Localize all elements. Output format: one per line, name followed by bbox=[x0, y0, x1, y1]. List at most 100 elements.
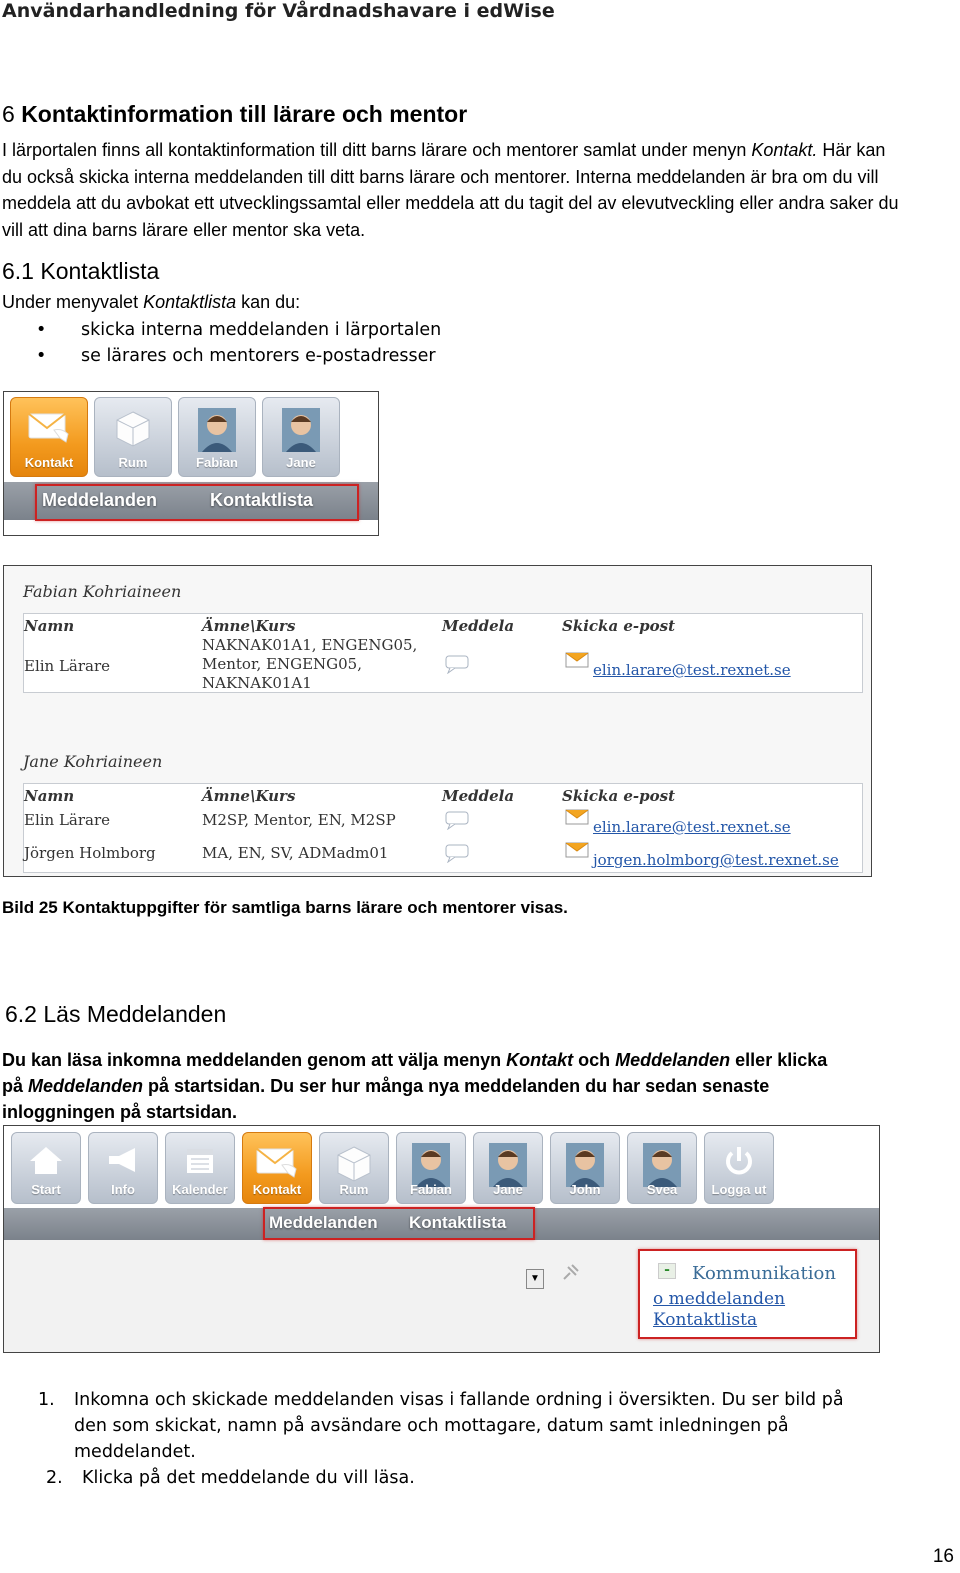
teacher-name: Jörgen Holmborg bbox=[24, 844, 156, 862]
dropdown-arrow-icon[interactable]: ▼ bbox=[526, 1269, 544, 1289]
menu-tile-rum[interactable]: Rum bbox=[94, 397, 172, 477]
menu-tile-label: Fabian bbox=[410, 1182, 452, 1197]
menu-tile-kontakt[interactable]: Kontakt bbox=[242, 1132, 312, 1204]
envelope-icon bbox=[26, 408, 72, 453]
bullet-text: se lärares och mentorers e-postadresser bbox=[81, 345, 436, 366]
step-number: 1. bbox=[38, 1390, 55, 1410]
menu-tile-kontakt[interactable]: Kontakt bbox=[10, 397, 88, 477]
envelope-icon[interactable] bbox=[564, 649, 590, 669]
person-photo-icon bbox=[198, 408, 236, 457]
section-6-2-paragraph: Du kan läsa inkomna meddelanden genom at… bbox=[2, 1047, 842, 1125]
subject-line: Mentor, ENGENG05, bbox=[202, 655, 362, 673]
chat-bubble-icon[interactable] bbox=[444, 810, 470, 830]
contact-list-screenshot: Fabian Kohriaineen Namn Ämne\Kurs Meddel… bbox=[3, 565, 872, 877]
section-6-heading: 6 Kontaktinformation till lärare och men… bbox=[2, 101, 467, 128]
col-header-message: Meddela bbox=[442, 617, 515, 635]
col-header-name: Namn bbox=[24, 787, 75, 805]
menu-tile-label: Kontakt bbox=[252, 1182, 302, 1197]
contact-table: Namn Ämne\Kurs Meddela Skicka e-post Eli… bbox=[23, 783, 863, 873]
menu-tile-john[interactable]: John bbox=[550, 1132, 620, 1204]
intro-menu-name: Kontaktlista bbox=[143, 292, 237, 312]
step-text: Klicka på det meddelande du vill läsa. bbox=[82, 1468, 415, 1488]
list-item: 2. Klicka på det meddelande du vill läsa… bbox=[38, 1465, 898, 1491]
col-header-message: Meddela bbox=[442, 787, 515, 805]
col-header-email: Skicka e-post bbox=[562, 617, 676, 635]
menu-tile-info[interactable]: Info bbox=[88, 1132, 158, 1204]
envelope-icon[interactable] bbox=[564, 839, 590, 859]
email-link[interactable]: elin.larare@test.rexnet.se bbox=[593, 818, 791, 837]
bullet-text: skicka interna meddelanden i lärportalen bbox=[81, 320, 442, 340]
messages-link[interactable]: o meddelanden bbox=[653, 1289, 785, 1309]
email-link[interactable]: jorgen.holmborg@test.rexnet.se bbox=[593, 851, 839, 870]
menu-tile-start[interactable]: Start bbox=[11, 1132, 81, 1204]
menu-tile-label: Start bbox=[31, 1182, 61, 1197]
col-header-subject: Ämne\Kurs bbox=[202, 617, 296, 635]
section-6-1-heading: 6.1 Kontaktlista bbox=[2, 258, 160, 284]
calendar-icon bbox=[182, 1143, 218, 1182]
collapse-icon[interactable]: - bbox=[658, 1263, 676, 1279]
menu-tile-label: Kalender bbox=[172, 1182, 228, 1197]
main-menu: Start Info Kalender Kontakt Rum Fabian Jane Joh… bbox=[11, 1132, 774, 1204]
highlight-box bbox=[35, 484, 359, 521]
list-item: • skicka interna meddelanden i lärportale… bbox=[36, 318, 441, 344]
envelope-icon[interactable] bbox=[564, 806, 590, 826]
section-6-paragraph: I lärportalen finns all kontaktinformati… bbox=[2, 137, 902, 243]
menu-screenshot-1: Kontakt Rum Fabian Jane Meddelanden Kontakt… bbox=[3, 391, 379, 536]
main-menu: Kontakt Rum Fabian Jane bbox=[10, 397, 340, 477]
menu-tile-kalender[interactable]: Kalender bbox=[165, 1132, 235, 1204]
menu-tile-label: John bbox=[569, 1182, 601, 1197]
menu-tile-jane[interactable]: Jane bbox=[262, 397, 340, 477]
list-item: • se lärares och mentorers e-postadresser bbox=[36, 344, 441, 370]
menu-tile-fabian[interactable]: Fabian bbox=[396, 1132, 466, 1204]
highlight-box bbox=[263, 1207, 535, 1240]
emphasis-text: Meddelanden bbox=[615, 1050, 731, 1070]
bullet-icon: • bbox=[36, 320, 47, 340]
communication-widget: - Kommunikation o meddelanden Kontaktlis… bbox=[638, 1249, 857, 1339]
megaphone-icon bbox=[105, 1143, 141, 1182]
step-number: 2. bbox=[46, 1468, 63, 1488]
figure-caption: Bild 25 Kontaktuppgifter för samtliga ba… bbox=[2, 898, 568, 917]
pin-icon[interactable] bbox=[560, 1263, 580, 1283]
subject-line: NAKNAK01A1 bbox=[202, 674, 312, 692]
emphasis-text: Meddelanden bbox=[28, 1076, 144, 1096]
teacher-name: Elin Lärare bbox=[24, 811, 111, 829]
text-run: Du kan läsa inkomna meddelanden genom at… bbox=[2, 1050, 507, 1070]
menu-tile-svea[interactable]: Svea bbox=[627, 1132, 697, 1204]
emphasis-text: Kontakt bbox=[506, 1050, 574, 1070]
section-6-1-intro: Under menyvalet Kontaktlista kan du: bbox=[2, 292, 300, 313]
subject-cell: M2SP, Mentor, EN, M2SP bbox=[202, 811, 396, 829]
menu-tile-label: Rum bbox=[339, 1182, 369, 1197]
section-6-2-heading: 6.2 Läs Meddelanden bbox=[5, 1001, 227, 1027]
bullet-list: • skicka interna meddelanden i lärportale… bbox=[36, 318, 441, 369]
page-number: 16 bbox=[932, 1546, 954, 1567]
col-header-subject: Ämne\Kurs bbox=[202, 787, 296, 805]
menu-tile-fabian[interactable]: Fabian bbox=[178, 397, 256, 477]
house-icon bbox=[28, 1143, 64, 1182]
chat-bubble-icon[interactable] bbox=[444, 654, 470, 674]
menu-tile-logga-ut[interactable]: Logga ut bbox=[704, 1132, 774, 1204]
menu-tile-rum[interactable]: Rum bbox=[319, 1132, 389, 1204]
cube-icon bbox=[113, 408, 153, 453]
col-header-name: Namn bbox=[24, 617, 75, 635]
email-link[interactable]: elin.larare@test.rexnet.se bbox=[593, 661, 791, 680]
menu-screenshot-2: Start Info Kalender Kontakt Rum Fabian Jane Joh… bbox=[3, 1125, 880, 1353]
menu-tile-jane[interactable]: Jane bbox=[473, 1132, 543, 1204]
intro-text: Under menyvalet bbox=[2, 292, 144, 312]
numbered-steps: 1. Inkomna och skickade meddelanden visa… bbox=[38, 1387, 898, 1491]
section-6-title: Kontaktinformation till lärare och mento… bbox=[21, 101, 468, 127]
subject-cell: NAKNAK01A1, ENGENG05, Mentor, ENGENG05, … bbox=[202, 636, 417, 693]
bullet-icon: • bbox=[36, 345, 47, 366]
group-name: Fabian Kohriaineen bbox=[23, 582, 182, 601]
menu-tile-label: Jane bbox=[286, 455, 316, 470]
chat-bubble-icon[interactable] bbox=[444, 843, 470, 863]
menu-tile-label: Jane bbox=[493, 1182, 523, 1197]
menu-tile-label: Kontakt bbox=[24, 455, 74, 470]
emphasis-text: Kontakt. bbox=[751, 140, 818, 160]
widget-title: Kommunikation bbox=[692, 1263, 836, 1284]
menu-tile-label: Logga ut bbox=[711, 1182, 767, 1197]
menu-tile-label: Info bbox=[111, 1182, 135, 1197]
power-icon bbox=[721, 1143, 757, 1184]
step-text: Inkomna och skickade meddelanden visas i… bbox=[74, 1390, 844, 1462]
contact-list-link[interactable]: Kontaktlista bbox=[653, 1310, 757, 1330]
document-header: Användarhandledning för Vårdnadshavare i… bbox=[2, 0, 555, 22]
